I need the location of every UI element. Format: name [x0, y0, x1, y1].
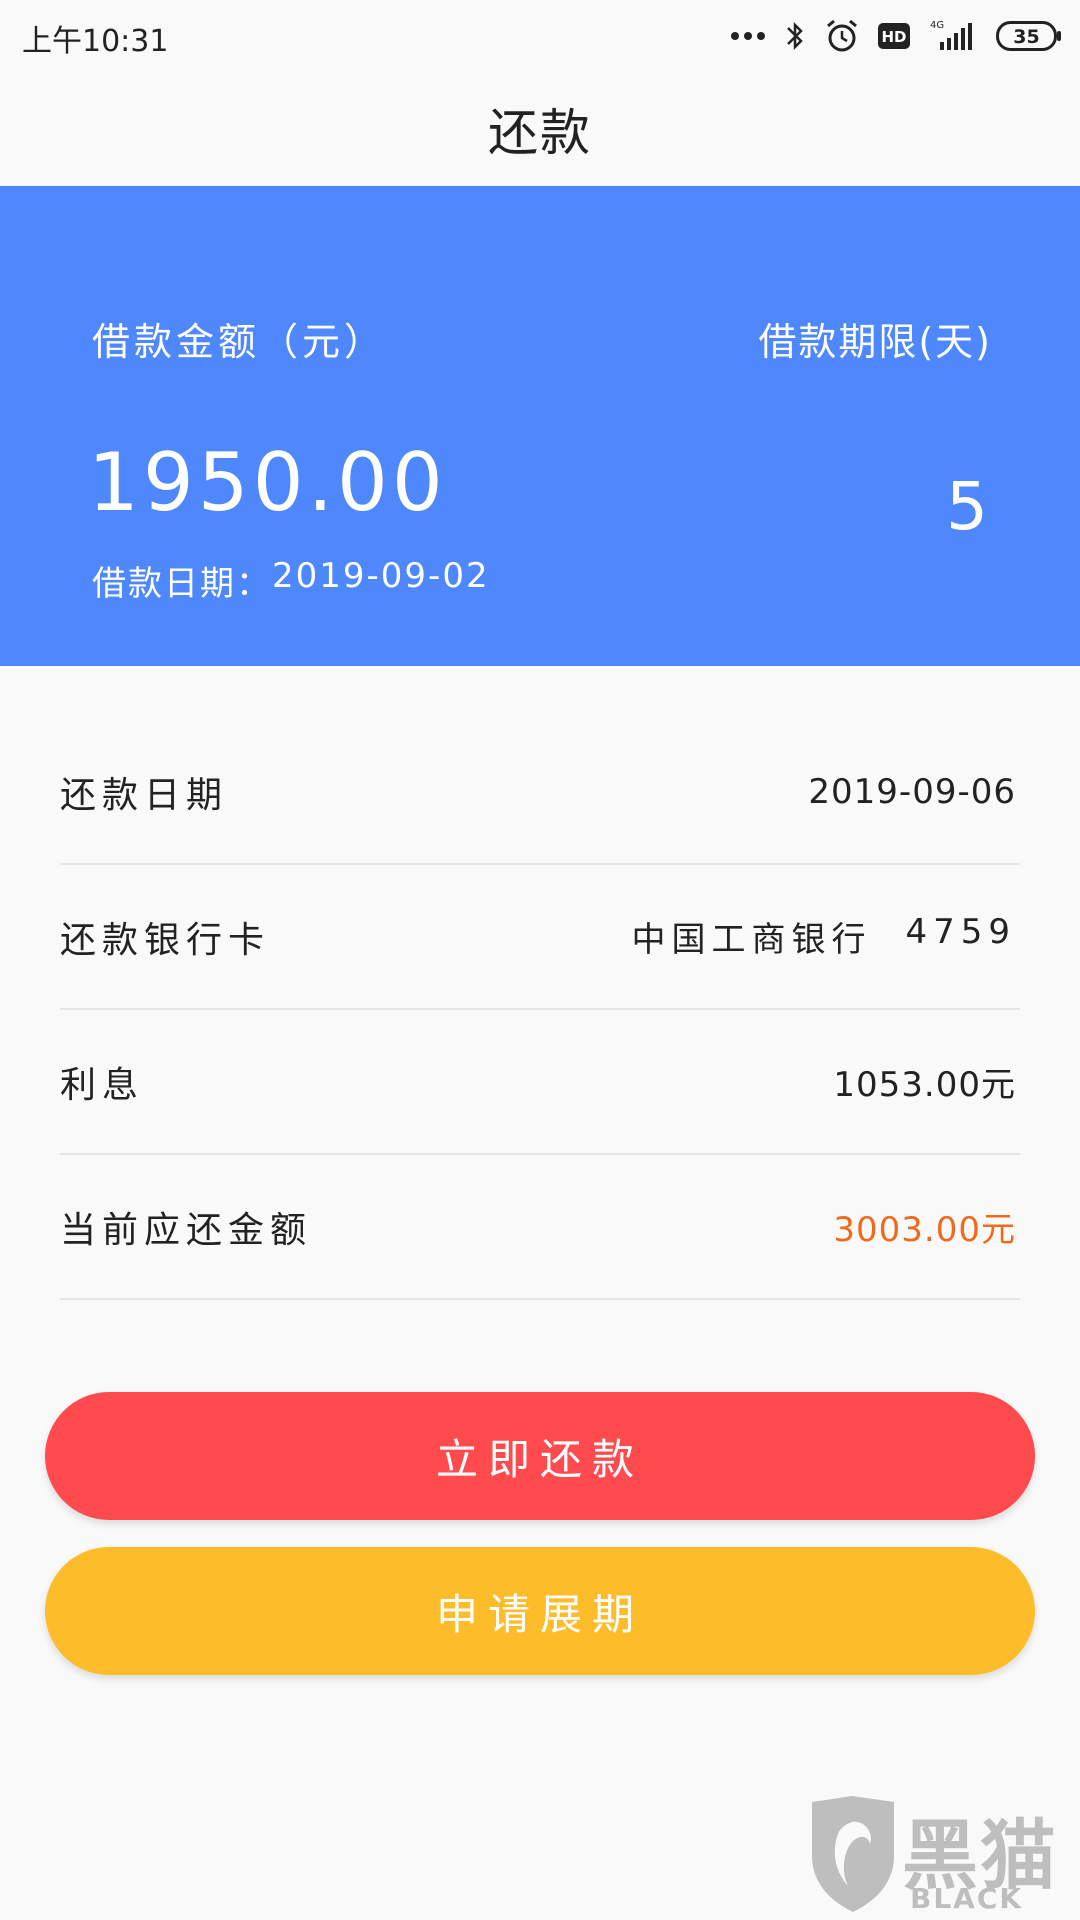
loan-amount-value: 1950.00 — [88, 436, 447, 529]
repayment-card-row[interactable]: 还款银行卡 中国工商银行 4759 — [60, 865, 1020, 1010]
black-cat-logo-icon — [812, 1796, 894, 1912]
repayment-date-label: 还款日期 — [60, 774, 229, 816]
battery-icon: 35 — [996, 21, 1062, 51]
signal-icon: 4G — [928, 18, 978, 54]
repayment-date-value: 2019-09-06 — [808, 771, 1016, 812]
repayment-card-label: 还款银行卡 — [60, 919, 271, 961]
card-tail-number: 4759 — [905, 912, 1016, 952]
watermark-brand-en: BLACK CAT — [910, 1882, 1024, 1920]
interest-value: 1053.00元 — [833, 1065, 1016, 1105]
bluetooth-icon — [784, 19, 806, 53]
interest-row: 利息 1053.00元 — [60, 1010, 1020, 1155]
svg-text:4G: 4G — [930, 20, 944, 31]
bank-name: 中国工商银行 — [631, 920, 872, 960]
amount-due-row: 当前应还金额 3003.00元 — [60, 1155, 1020, 1300]
repay-now-button[interactable]: 立即还款 — [45, 1392, 1035, 1520]
page-title: 还款 — [488, 104, 592, 162]
loan-date: 借款日期： 2019-09-02 — [92, 556, 490, 605]
loan-term-label: 借款期限(天) — [758, 320, 992, 364]
repayment-card-value: 中国工商银行 4759 — [631, 912, 1016, 961]
status-icons: HD 4G 35 — [730, 14, 1062, 58]
amount-due-value: 3003.00元 — [833, 1210, 1016, 1250]
screen: 上午10:31 HD 4G 35 还款 借款金额（元） 借款期限(天) 1950… — [0, 0, 1080, 1920]
svg-text:35: 35 — [1013, 26, 1039, 48]
status-time: 上午10:31 — [22, 24, 169, 59]
apply-extension-button[interactable]: 申请展期 — [45, 1547, 1035, 1675]
more-dots-icon — [730, 30, 766, 42]
loan-date-label: 借款日期： — [92, 564, 272, 604]
repayment-date-row: 还款日期 2019-09-06 — [60, 720, 1020, 865]
interest-label: 利息 — [60, 1064, 145, 1106]
loan-term-value: 5 — [946, 468, 988, 545]
loan-amount-label: 借款金额（元） — [92, 320, 387, 364]
black-cat-watermark: 黑猫 BLACK CAT — [800, 1790, 1080, 1920]
alarm-icon — [824, 18, 860, 54]
status-bar: 上午10:31 HD 4G 35 — [0, 0, 1080, 72]
hd-icon: HD — [878, 23, 910, 49]
loan-date-value: 2019-09-02 — [272, 556, 490, 596]
app-bar: 还款 — [0, 72, 1080, 186]
loan-summary-card: 借款金额（元） 借款期限(天) 1950.00 5 借款日期： 2019-09-… — [0, 186, 1080, 666]
amount-due-label: 当前应还金额 — [60, 1209, 313, 1251]
svg-text:HD: HD — [881, 28, 906, 46]
repayment-detail-list: 还款日期 2019-09-06 还款银行卡 中国工商银行 4759 利息 105… — [60, 720, 1020, 1300]
